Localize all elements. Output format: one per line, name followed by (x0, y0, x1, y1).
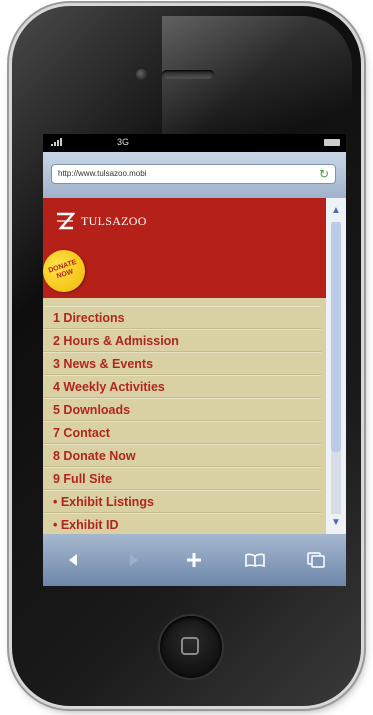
menu-item-exhibit-id[interactable]: • Exhibit ID (43, 513, 321, 534)
bookmarks-icon (245, 553, 265, 567)
reload-icon[interactable]: ↻ (319, 166, 329, 182)
status-bar: 3G (43, 134, 346, 152)
browser-toolbar (43, 534, 346, 586)
pages-button[interactable] (301, 545, 331, 575)
logo-text: TULSAZOO (81, 213, 147, 228)
scroll-up-icon[interactable]: ▲ (330, 206, 342, 216)
home-button[interactable] (160, 616, 222, 678)
battery-icon (324, 139, 340, 146)
forward-icon (129, 554, 138, 566)
carrier-label: 3G (117, 137, 130, 147)
web-page: TULSAZOO DONATE NOW 1 Directions 2 Hours… (43, 198, 346, 534)
scrollbar[interactable]: ▲ ▼ (326, 198, 346, 534)
menu-item-contact[interactable]: 7 Contact (43, 421, 321, 444)
add-button[interactable] (179, 545, 209, 575)
zoo-logo-icon (55, 212, 75, 230)
back-button[interactable] (58, 545, 88, 575)
main-menu: 1 Directions 2 Hours & Admission 3 News … (43, 306, 321, 534)
scroll-track[interactable] (331, 222, 341, 514)
menu-item-downloads[interactable]: 5 Downloads (43, 398, 321, 421)
phone-screen: 3G http://www.tulsazoo.mobi ↻ TULSAZOO D… (43, 134, 346, 586)
menu-item-hours-admission[interactable]: 2 Hours & Admission (43, 329, 321, 352)
earpiece-speaker (162, 70, 214, 79)
home-square-icon (181, 637, 199, 655)
url-input[interactable]: http://www.tulsazoo.mobi ↻ (51, 164, 336, 184)
menu-item-weekly-activities[interactable]: 4 Weekly Activities (43, 375, 321, 398)
url-text: http://www.tulsazoo.mobi (58, 169, 147, 178)
donate-now-badge[interactable]: DONATE NOW (43, 244, 91, 298)
add-icon (187, 553, 202, 567)
menu-item-full-site[interactable]: 9 Full Site (43, 467, 321, 490)
menu-item-directions[interactable]: 1 Directions (43, 306, 321, 329)
browser-url-bar: http://www.tulsazoo.mobi ↻ (43, 152, 346, 198)
donate-badge-label: DONATE NOW (47, 258, 78, 281)
pages-icon (306, 552, 325, 568)
site-logo[interactable]: TULSAZOO (55, 212, 147, 230)
site-header: TULSAZOO DONATE NOW (43, 198, 346, 298)
front-camera (136, 69, 147, 80)
back-icon (69, 554, 78, 566)
signal-icon (51, 138, 62, 146)
bookmarks-button[interactable] (240, 545, 270, 575)
menu-item-donate-now[interactable]: 8 Donate Now (43, 444, 321, 467)
scroll-down-icon[interactable]: ▼ (330, 518, 342, 528)
menu-item-exhibit-listings[interactable]: • Exhibit Listings (43, 490, 321, 513)
forward-button[interactable] (119, 545, 149, 575)
menu-item-news-events[interactable]: 3 News & Events (43, 352, 321, 375)
scroll-thumb[interactable] (331, 222, 341, 452)
